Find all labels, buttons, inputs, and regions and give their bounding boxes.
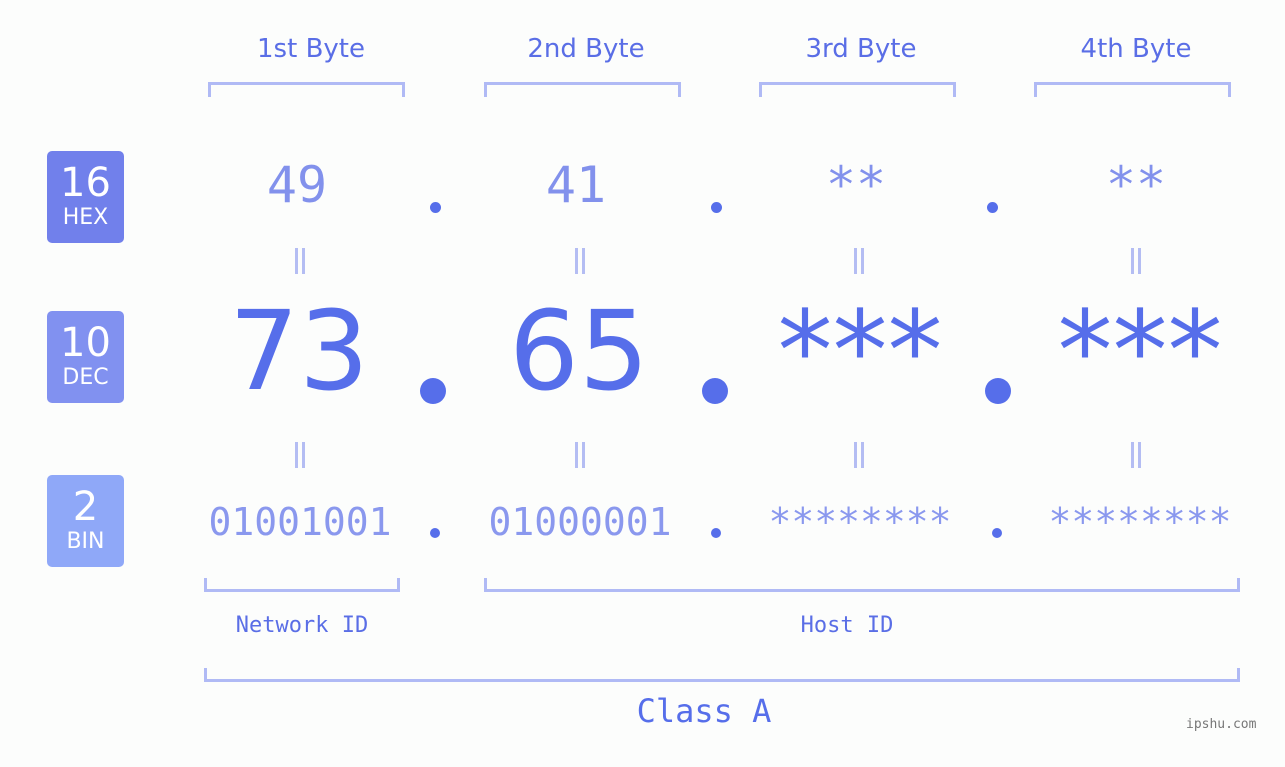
class-label: Class A: [636, 692, 772, 730]
dec-badge: 10 DEC: [47, 311, 124, 403]
bin-base-number: 2: [72, 484, 99, 530]
bin-octet-3: ********: [768, 500, 952, 544]
dec-separator-dot: [420, 378, 446, 404]
bin-badge: 2 BIN: [47, 475, 124, 567]
hex-octet-1: 49: [266, 156, 328, 214]
hex-separator-dot: [987, 202, 998, 213]
watermark: ipshu.com: [1186, 717, 1257, 732]
equals-icon: [1129, 248, 1143, 274]
dec-separator-dot: [985, 378, 1011, 404]
hex-octet-2: 41: [545, 156, 607, 214]
hex-octet-4: **: [1105, 156, 1167, 214]
bin-separator-dot: [430, 528, 440, 538]
bin-octet-2: 01000001: [488, 500, 672, 544]
dec-octet-4: ***: [1057, 287, 1223, 415]
hex-separator-dot: [430, 202, 441, 213]
bin-octet-1: 01001001: [208, 500, 392, 544]
dec-base-label: DEC: [62, 365, 109, 390]
bin-separator-dot: [992, 528, 1002, 538]
byte-bracket-3: [759, 82, 956, 97]
hex-base-number: 16: [60, 160, 111, 206]
class-bracket: [204, 668, 1240, 682]
bin-separator-dot: [711, 528, 721, 538]
hex-octet-3: **: [825, 156, 887, 214]
dec-octet-2: 65: [509, 287, 649, 415]
network-id-bracket: [204, 578, 400, 592]
network-id-label: Network ID: [235, 613, 369, 638]
host-id-label: Host ID: [800, 613, 894, 638]
equals-icon: [293, 442, 307, 468]
hex-separator-dot: [711, 202, 722, 213]
byte-bracket-1: [208, 82, 405, 97]
byte-label-3: 3rd Byte: [805, 34, 917, 64]
equals-icon: [1129, 442, 1143, 468]
equals-icon: [852, 442, 866, 468]
dec-octet-1: 73: [229, 287, 369, 415]
byte-bracket-4: [1034, 82, 1231, 97]
dec-base-number: 10: [60, 320, 111, 366]
equals-icon: [573, 442, 587, 468]
byte-label-2: 2nd Byte: [527, 34, 645, 64]
bin-base-label: BIN: [66, 529, 105, 554]
host-id-bracket: [484, 578, 1240, 592]
equals-icon: [573, 248, 587, 274]
byte-label-4: 4th Byte: [1080, 34, 1192, 64]
hex-badge: 16 HEX: [47, 151, 124, 243]
equals-icon: [293, 248, 307, 274]
equals-icon: [852, 248, 866, 274]
dec-separator-dot: [702, 378, 728, 404]
dec-octet-3: ***: [777, 287, 943, 415]
byte-label-1: 1st Byte: [257, 34, 365, 64]
bin-octet-4: ********: [1048, 500, 1232, 544]
hex-base-label: HEX: [62, 205, 109, 230]
byte-bracket-2: [484, 82, 681, 97]
